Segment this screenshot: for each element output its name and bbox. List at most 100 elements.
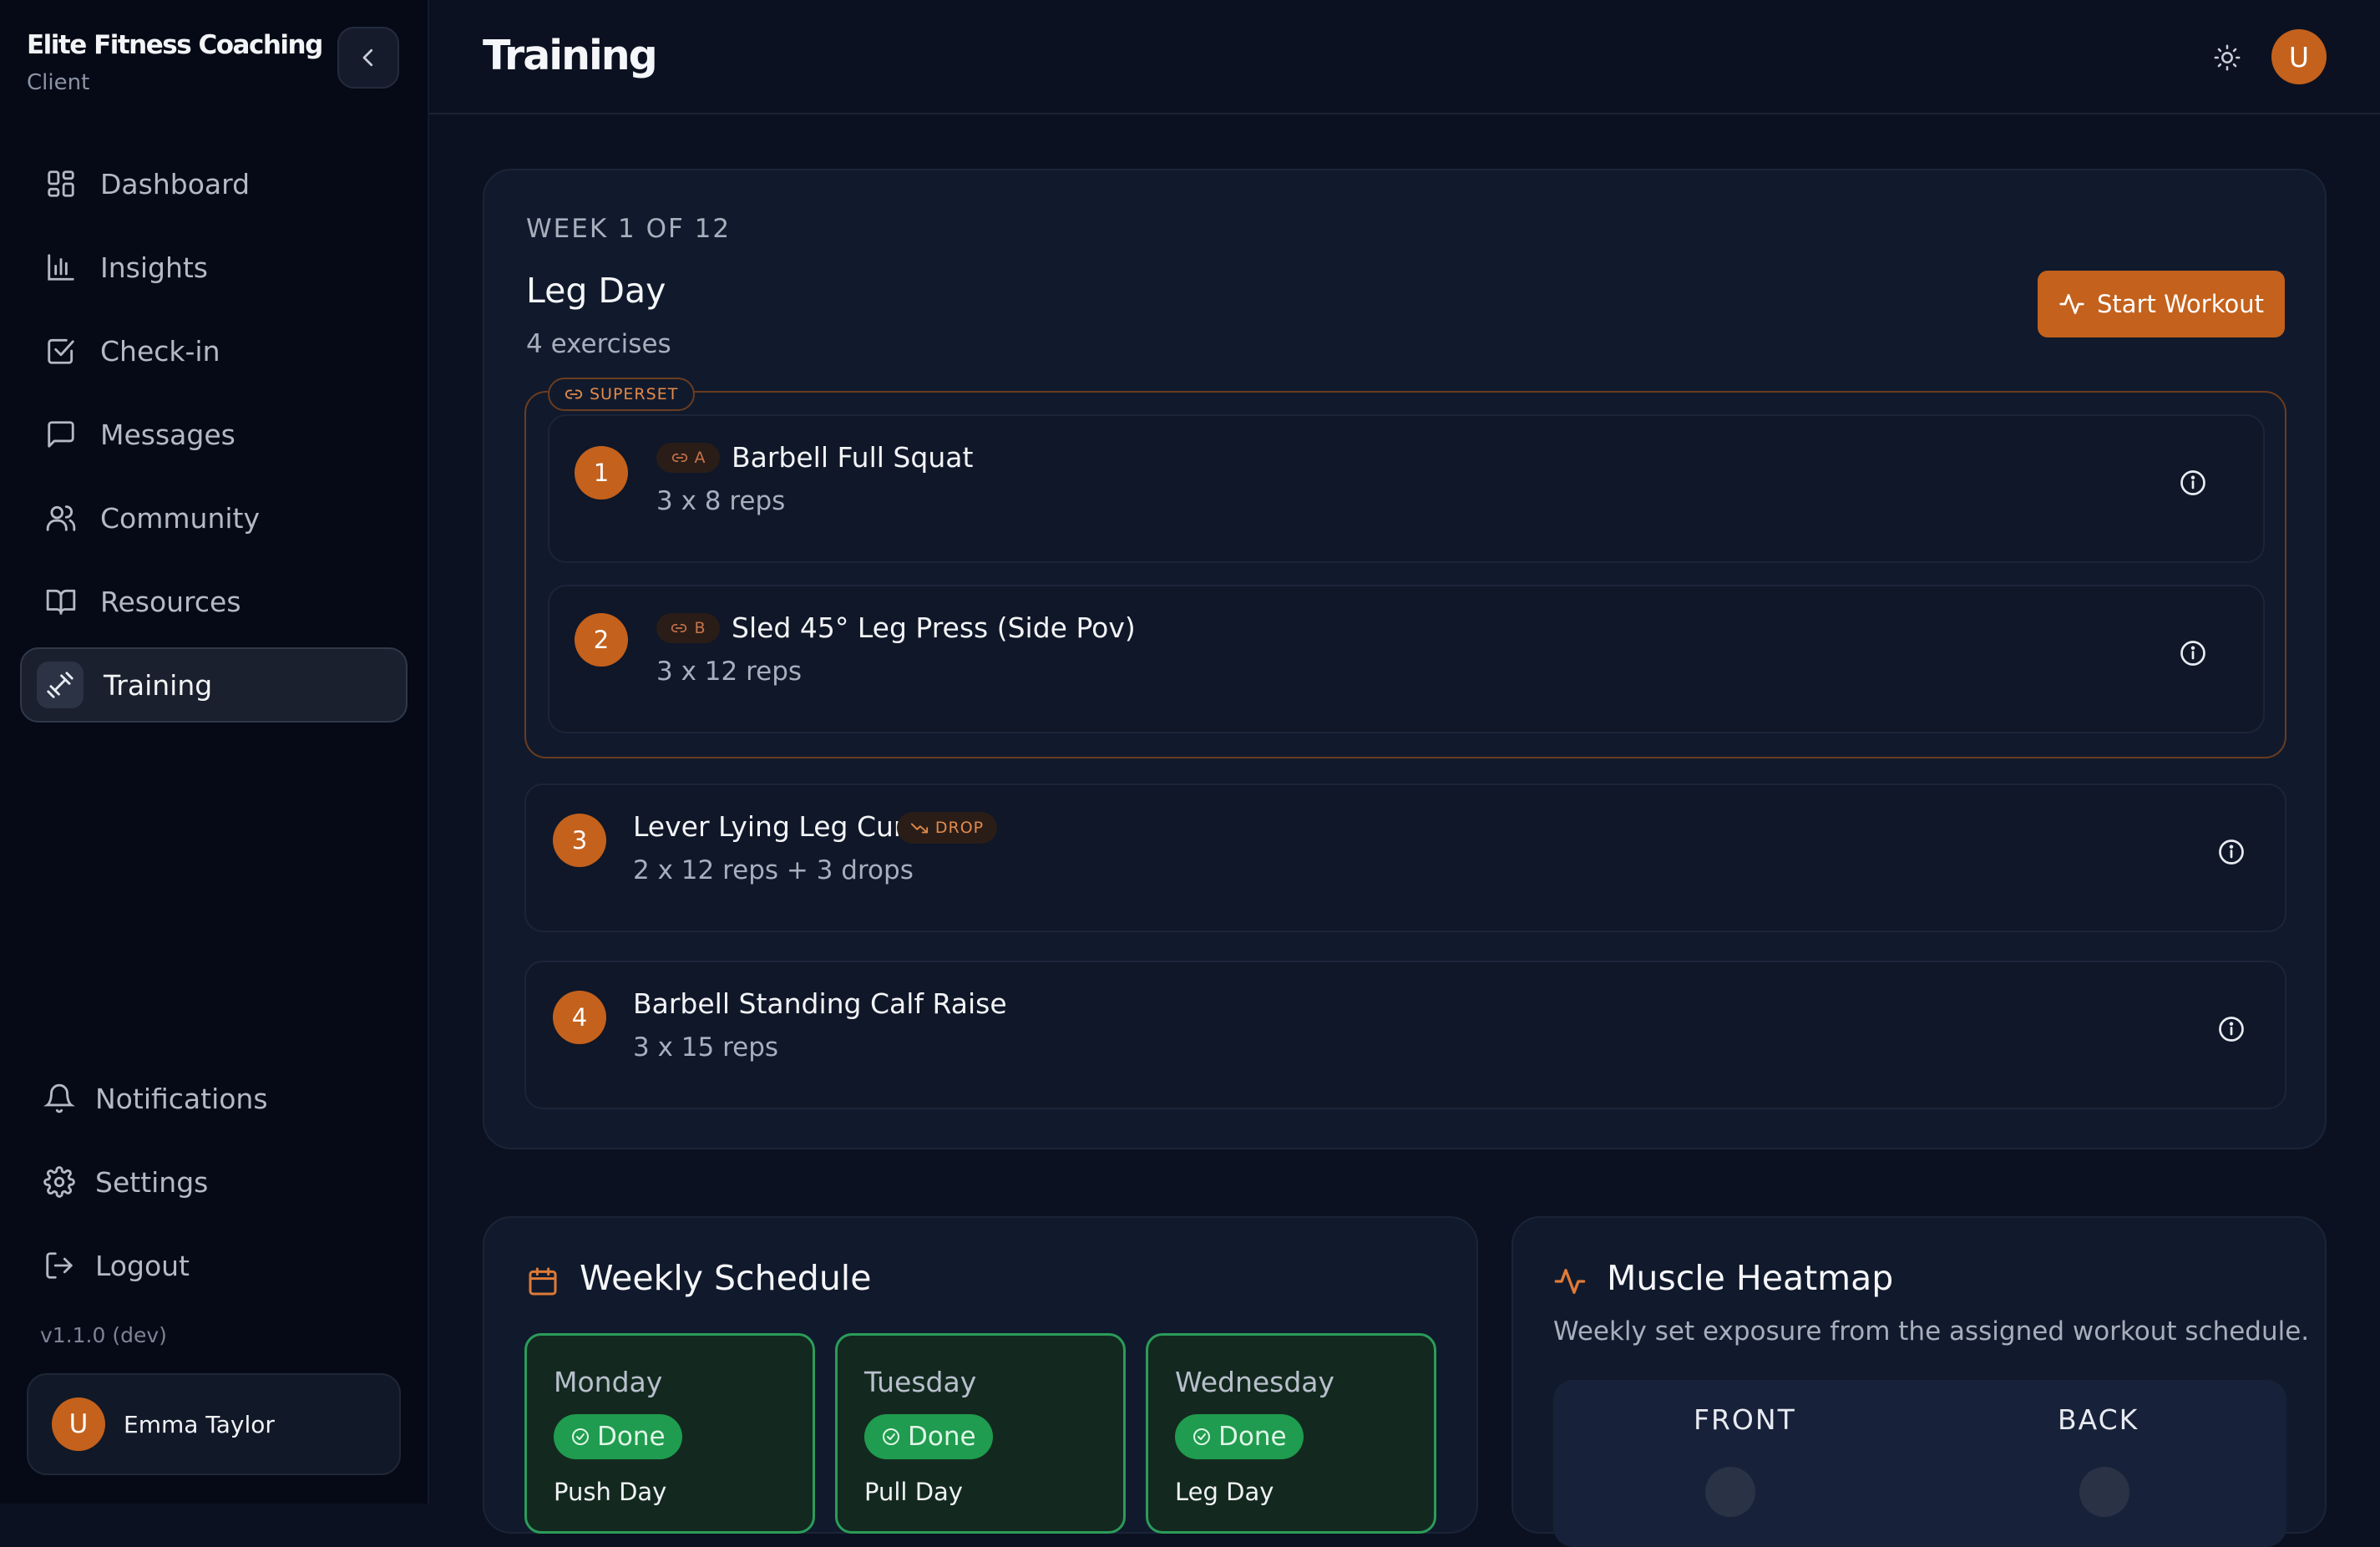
sidebar-item-messages[interactable]: Messages (20, 397, 408, 472)
user-card[interactable]: U Emma Taylor (27, 1373, 401, 1475)
exercise-count: 4 exercises (526, 329, 671, 359)
superset-letter-badge: B (656, 613, 720, 643)
day-name: Monday (554, 1366, 663, 1398)
exercise-name: Barbell Standing Calf Raise (633, 987, 1007, 1020)
info-icon[interactable] (2178, 468, 2208, 498)
back-body-figure (2079, 1467, 2129, 1517)
week-label: WEEK 1 OF 12 (526, 214, 732, 244)
sidebar-item-label: Check-in (100, 334, 220, 368)
exercise-number: 2 (575, 613, 628, 667)
sidebar-item-dashboard[interactable]: Dashboard (20, 146, 408, 221)
status-label: Done (1218, 1422, 1287, 1452)
exercise-row[interactable]: 2 B Sled 45° Leg Press (Side Pov) 3 x 12… (548, 585, 2265, 733)
drop-set-badge: DROP (897, 812, 997, 844)
exercise-row[interactable]: 1 A Barbell Full Squat 3 x 8 reps (548, 414, 2265, 563)
start-workout-button[interactable]: Start Workout (2038, 271, 2285, 337)
superset-letter-badge: A (656, 443, 720, 473)
status-badge: Done (554, 1414, 682, 1459)
check-circle-icon (883, 1428, 899, 1445)
sidebar-item-label: Community (100, 501, 260, 535)
sidebar-item-label: Messages (100, 418, 235, 451)
gear-icon (40, 1163, 78, 1201)
topbar: Training U (429, 0, 2380, 114)
avatar: U (52, 1397, 105, 1451)
brand: Elite Fitness Coaching Client (27, 30, 323, 95)
superset-badge: SUPERSET (548, 378, 696, 411)
sidebar-item-check-in[interactable]: Check-in (20, 313, 408, 388)
check-circle-icon (572, 1428, 589, 1445)
sidebar-item-resources[interactable]: Resources (20, 564, 408, 639)
exercise-number: 3 (553, 814, 606, 867)
day-name: Wednesday (1175, 1366, 1335, 1398)
exercise-detail: 3 x 15 reps (633, 1032, 779, 1063)
activity-icon (1554, 1269, 1586, 1294)
status-badge: Done (1175, 1414, 1304, 1459)
exercise-name: Lever Lying Leg Curl (633, 810, 913, 843)
user-avatar-button[interactable]: U (2271, 29, 2327, 84)
exercise-detail: 2 x 12 reps + 3 drops (633, 855, 914, 885)
weekly-schedule-card: Weekly Schedule Monday Done Push Day Tue… (483, 1216, 1478, 1534)
exercise-name: Barbell Full Squat (732, 441, 974, 474)
brand-title: Elite Fitness Coaching (27, 30, 323, 60)
sidebar-item-notifications[interactable]: Notifications (20, 1061, 408, 1136)
day-name: Tuesday (864, 1366, 977, 1398)
logout-icon (40, 1246, 78, 1285)
sidebar-item-logout[interactable]: Logout (20, 1228, 408, 1303)
sidebar-item-label: Settings (95, 1165, 209, 1199)
heatmap-panel: FRONT BACK (1553, 1380, 2286, 1547)
message-icon (42, 415, 80, 454)
workout-name: Push Day (554, 1478, 667, 1506)
schedule-day-card[interactable]: Tuesday Done Pull Day (835, 1333, 1126, 1534)
check-circle-icon (1193, 1428, 1210, 1445)
activity-icon (2059, 294, 2084, 314)
calendar-icon (529, 1267, 557, 1296)
sidebar-item-label: Notifications (95, 1082, 268, 1115)
page-title: Training (483, 32, 658, 79)
sidebar: Elite Fitness Coaching Client Dashboard … (0, 0, 429, 1504)
exercise-name: Sled 45° Leg Press (Side Pov) (732, 611, 1136, 644)
superset-group: SUPERSET 1 A Barbell Full Squat 3 x 8 re… (524, 378, 2286, 758)
info-icon[interactable] (2216, 837, 2246, 867)
bar-chart-icon (42, 248, 80, 287)
info-icon[interactable] (2178, 638, 2208, 668)
muscle-heatmap-card: Muscle Heatmap Weekly set exposure from … (1512, 1216, 2327, 1547)
exercise-row[interactable]: 3 Lever Lying Leg Curl DROP 2 x 12 reps … (524, 784, 2286, 932)
sidebar-item-label: Resources (100, 585, 241, 618)
workout-name: Leg Day (1175, 1478, 1274, 1506)
info-icon[interactable] (2216, 1014, 2246, 1044)
brand-subtitle: Client (27, 70, 90, 95)
sidebar-item-settings[interactable]: Settings (20, 1144, 408, 1220)
front-body-figure (1705, 1467, 1755, 1517)
workout-title: Leg Day (526, 271, 666, 311)
schedule-day-card[interactable]: Monday Done Push Day (524, 1333, 815, 1534)
bell-icon (40, 1079, 78, 1118)
back-label: BACK (2058, 1403, 2139, 1436)
link-icon (565, 389, 583, 399)
collapse-sidebar-button[interactable] (337, 27, 399, 89)
sidebar-item-training[interactable]: Training (20, 647, 408, 723)
exercise-number: 4 (553, 991, 606, 1044)
muscle-heatmap-title: Muscle Heatmap (1607, 1258, 1894, 1298)
superset-letter: B (694, 619, 706, 637)
exercise-detail: 3 x 12 reps (656, 657, 803, 687)
book-icon (42, 582, 80, 621)
sidebar-item-community[interactable]: Community (20, 480, 408, 555)
muscle-heatmap-subtitle: Weekly set exposure from the assigned wo… (1553, 1316, 2310, 1347)
users-icon (42, 499, 80, 537)
sidebar-item-insights[interactable]: Insights (20, 230, 408, 305)
superset-label: SUPERSET (590, 385, 679, 403)
sun-icon (2214, 44, 2241, 71)
exercise-row[interactable]: 4 Barbell Standing Calf Raise 3 x 15 rep… (524, 961, 2286, 1109)
workout-card: WEEK 1 OF 12 Leg Day 4 exercises Start W… (483, 169, 2327, 1149)
version-label: v1.1.0 (dev) (40, 1323, 167, 1347)
schedule-day-card[interactable]: Wednesday Done Leg Day (1146, 1333, 1436, 1534)
status-label: Done (597, 1422, 666, 1452)
status-label: Done (908, 1422, 976, 1452)
trending-down-icon (910, 823, 928, 834)
dumbbell-icon (37, 662, 84, 708)
status-badge: Done (864, 1414, 993, 1459)
theme-toggle-button[interactable] (2208, 38, 2246, 77)
check-square-icon (42, 332, 80, 370)
workout-name: Pull Day (864, 1478, 963, 1506)
chevron-left-icon (362, 48, 373, 67)
